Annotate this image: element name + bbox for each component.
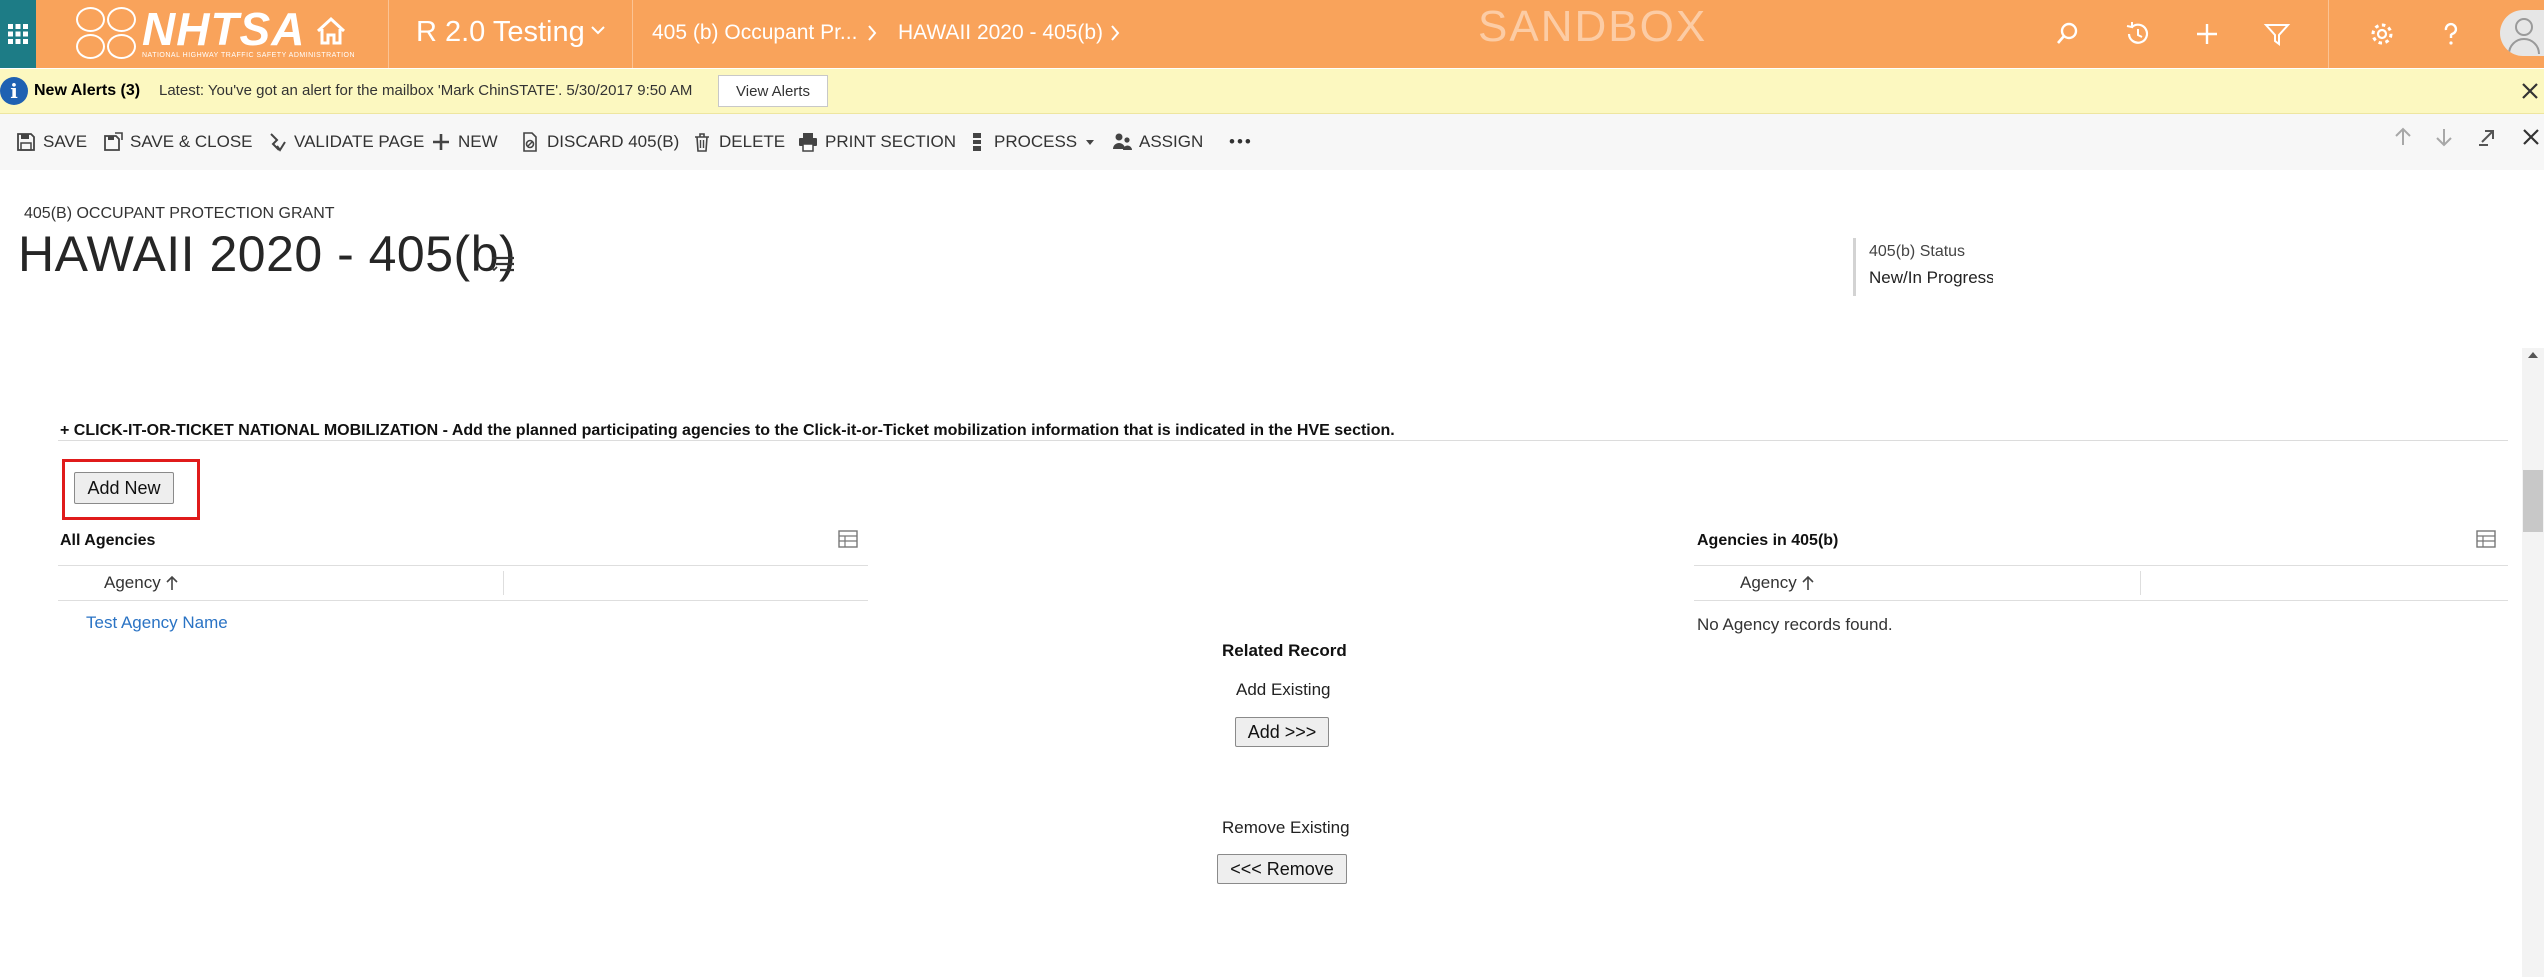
- history-icon[interactable]: [2122, 18, 2154, 50]
- empty-grid-message: No Agency records found.: [1697, 615, 1893, 634]
- view-alerts-button[interactable]: View Alerts: [718, 75, 828, 107]
- agency-column-header[interactable]: Agency: [104, 572, 179, 594]
- section-heading[interactable]: + CLICK-IT-OR-TICKET NATIONAL MOBILIZATI…: [60, 420, 1395, 442]
- sort-ascending-icon: [166, 575, 178, 590]
- close-icon[interactable]: [2518, 79, 2542, 103]
- chevron-right-icon[interactable]: [1109, 24, 1121, 42]
- breadcrumb-current[interactable]: HAWAII 2020 - 405(b): [898, 20, 1103, 46]
- alert-count: New Alerts (3): [34, 82, 141, 99]
- grid-divider: [58, 565, 868, 566]
- status-value: New/In Progress: [1869, 268, 1993, 287]
- waffle-icon[interactable]: [0, 0, 36, 68]
- agency-column-label: Agency: [1740, 573, 1797, 592]
- plus-icon: [433, 134, 449, 150]
- pop-out-icon[interactable]: [2476, 126, 2498, 148]
- grid-view-icon[interactable]: [837, 528, 859, 550]
- all-agencies-title: All Agencies: [60, 532, 156, 549]
- chevron-down-icon[interactable]: [590, 22, 606, 38]
- add-button[interactable]: Add >>>: [1235, 717, 1329, 747]
- sort-ascending-icon: [1802, 575, 1814, 590]
- sandbox-watermark: SANDBOX: [1478, 2, 1708, 51]
- assign-button[interactable]: ASSIGN: [1112, 130, 1203, 154]
- discard-button[interactable]: DISCARD 405(B): [520, 130, 679, 154]
- breadcrumb-parent[interactable]: 405 (b) Occupant Pr...: [652, 20, 857, 46]
- section-divider: [58, 440, 2508, 441]
- agency-row-link[interactable]: Test Agency Name: [86, 612, 228, 634]
- plus-icon[interactable]: [2191, 18, 2223, 50]
- process-icon: [973, 133, 981, 151]
- save-icon: [17, 133, 35, 151]
- info-icon: i: [0, 77, 28, 105]
- new-label: NEW: [458, 132, 498, 151]
- process-label: PROCESS: [994, 132, 1078, 151]
- print-section-label: PRINT SECTION: [825, 132, 956, 151]
- agency-column-header[interactable]: Agency: [1740, 572, 1815, 594]
- print-section-button[interactable]: PRINT SECTION: [798, 130, 956, 154]
- top-navigation-bar: NHTSA NATIONAL HIGHWAY TRAFFIC SAFETY AD…: [0, 0, 2544, 68]
- discard-label: DISCARD 405(B): [547, 132, 680, 151]
- new-button[interactable]: NEW: [431, 130, 498, 154]
- save-close-button[interactable]: SAVE & CLOSE: [103, 130, 253, 154]
- logo-emblem-icon: [76, 7, 136, 59]
- delete-label: DELETE: [719, 132, 786, 151]
- process-button[interactable]: PROCESS: [967, 130, 1095, 154]
- command-bar: SAVE SAVE & CLOSE VALIDATE PAGE NEW DISC…: [0, 114, 2544, 170]
- entity-type-label: 405(B) OCCUPANT PROTECTION GRANT: [24, 205, 335, 222]
- grid-view-icon[interactable]: [2475, 528, 2497, 550]
- scrollbar-thumb[interactable]: [2523, 470, 2543, 532]
- discard-icon: [523, 132, 537, 152]
- chevron-right-icon: [868, 25, 877, 41]
- scroll-up-icon[interactable]: [2526, 348, 2540, 362]
- gear-icon[interactable]: [2366, 18, 2398, 50]
- validate-page-button[interactable]: VALIDATE PAGE: [267, 130, 424, 154]
- column-separator: [2140, 571, 2141, 595]
- app-title[interactable]: R 2.0 Testing: [416, 14, 585, 50]
- grid-divider: [1694, 600, 2508, 601]
- remove-existing-label: Remove Existing: [1222, 818, 1350, 837]
- remove-button[interactable]: <<< Remove: [1217, 854, 1347, 884]
- search-icon[interactable]: [2052, 18, 2084, 50]
- agencies-405b-title: Agencies in 405(b): [1697, 532, 1839, 549]
- logo-subtext: NATIONAL HIGHWAY TRAFFIC SAFETY ADMINIST…: [142, 51, 356, 59]
- user-avatar-icon[interactable]: [2500, 10, 2544, 56]
- save-button[interactable]: SAVE: [16, 130, 87, 154]
- column-separator: [503, 571, 504, 595]
- form-selector-icon[interactable]: [490, 254, 516, 274]
- printer-icon: [799, 133, 817, 152]
- grid-divider: [58, 600, 868, 601]
- status-label: 405(b) Status: [1869, 243, 1966, 260]
- validate-icon: [270, 133, 286, 152]
- delete-button[interactable]: DELETE: [692, 130, 785, 154]
- filter-icon[interactable]: [2261, 18, 2293, 50]
- page-title: HAWAII 2020 - 405(b): [18, 226, 517, 282]
- home-icon[interactable]: [314, 14, 348, 48]
- agency-column-label: Agency: [104, 573, 161, 592]
- related-record-title: Related Record: [1222, 641, 1347, 660]
- trash-icon: [695, 133, 709, 152]
- status-field: 405(b) Status New/In Progress: [1853, 238, 1993, 296]
- alert-message: Latest: You've got an alert for the mail…: [159, 82, 693, 99]
- assign-label: ASSIGN: [1139, 132, 1204, 151]
- add-new-button[interactable]: Add New: [74, 472, 174, 504]
- vertical-scrollbar[interactable]: [2522, 348, 2544, 977]
- assign-users-icon: [1113, 133, 1132, 150]
- save-label: SAVE: [43, 132, 88, 151]
- nav-separator: [2328, 0, 2329, 68]
- save-close-icon: [104, 132, 123, 151]
- save-close-label: SAVE & CLOSE: [130, 132, 253, 151]
- grid-divider: [1694, 565, 2508, 566]
- nav-separator: [632, 0, 633, 68]
- close-icon[interactable]: [2520, 126, 2542, 148]
- nav-separator: [388, 0, 389, 68]
- arrow-up-icon[interactable]: [2392, 126, 2414, 148]
- alert-notification-bar: i New Alerts (3) Latest: You've got an a…: [0, 69, 2544, 114]
- help-icon[interactable]: [2435, 18, 2467, 50]
- add-existing-label: Add Existing: [1236, 680, 1331, 699]
- caret-down-icon: [1086, 140, 1095, 145]
- validate-page-label: VALIDATE PAGE: [294, 132, 425, 151]
- arrow-down-icon[interactable]: [2433, 126, 2455, 148]
- more-commands-button[interactable]: •••: [1229, 130, 1253, 154]
